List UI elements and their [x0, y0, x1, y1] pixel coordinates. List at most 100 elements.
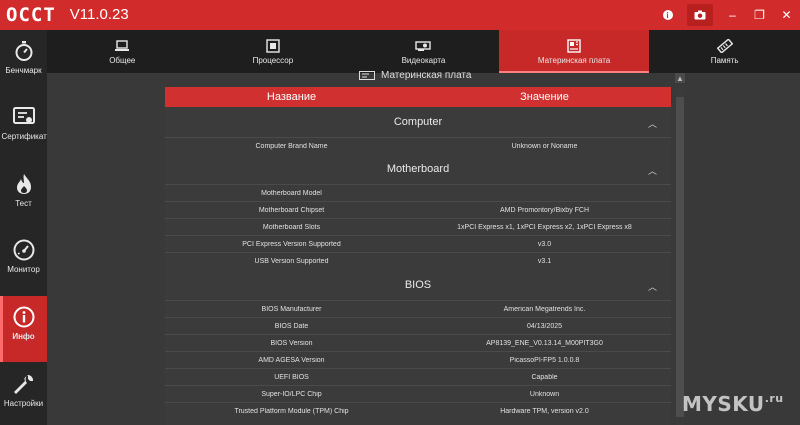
tab-gpu[interactable]: Видеокарта: [348, 30, 499, 73]
table-row: BIOS Manufacturer American Megatrends In…: [165, 300, 671, 317]
section-title: Материнская плата: [381, 69, 472, 81]
group-header-motherboard[interactable]: Motherboard ︿: [165, 156, 671, 182]
sidebar-item-label: Монитор: [7, 265, 40, 274]
tab-label: Материнская плата: [537, 55, 611, 65]
table-row: Trusted Platform Module (TPM) Chip Hardw…: [165, 402, 671, 419]
camera-icon: [694, 10, 706, 20]
table-row: BIOS Version AP8139_ENE_V0.13.14_M00PIT3…: [165, 334, 671, 351]
row-name: BIOS Manufacturer: [261, 305, 322, 313]
sidebar-item-certificate[interactable]: Сертификат: [0, 96, 47, 162]
row-value: v3.1: [537, 257, 552, 265]
info-table: Название Значение Computer ︿ Computer Br…: [165, 87, 671, 425]
sidebar-item-monitor[interactable]: Монитор: [0, 229, 47, 295]
title-bar: OCCT V11.0.23 i – ❐ ✕: [0, 0, 800, 30]
chevron-up-icon: ︿: [647, 282, 657, 292]
sidebar-item-test[interactable]: Тест: [0, 163, 47, 229]
tab-general[interactable]: Общее: [47, 30, 198, 73]
row-name: Trusted Platform Module (TPM) Chip: [234, 407, 349, 415]
table-row: PCI Express Version Supported v3.0: [165, 235, 671, 252]
minimize-button[interactable]: –: [719, 0, 746, 30]
row-value: American Megatrends Inc.: [503, 305, 586, 313]
table-header: Название Значение: [165, 87, 671, 107]
row-value: AMD Promontory/Bixby FCH: [499, 206, 590, 214]
watermark-suffix: .ru: [764, 392, 784, 405]
certificate-icon: [12, 106, 35, 128]
close-button[interactable]: ✕: [773, 0, 800, 30]
gauge-icon: [13, 239, 35, 261]
tab-motherboard[interactable]: Материнская плата: [498, 30, 650, 73]
tab-label: Процессор: [252, 55, 294, 65]
table-row: Computer Brand Name Unknown or Noname: [165, 137, 671, 154]
flame-icon: [13, 173, 35, 195]
row-name: Super-IO/LPC Chip: [261, 390, 322, 398]
memory-icon: [716, 38, 733, 53]
row-value: 04/13/2025: [526, 322, 563, 330]
row-name: BIOS Version: [270, 339, 313, 347]
motherboard-icon: [566, 38, 582, 53]
table-row: BIOS Date 04/13/2025: [165, 317, 671, 334]
row-name: AMD AGESA Version: [258, 356, 325, 364]
group-title: BIOS: [404, 279, 432, 291]
wrench-icon: [13, 373, 35, 395]
column-header-value: Значение: [520, 91, 569, 103]
sidebar-item-label: Инфо: [12, 332, 35, 341]
sidebar: Бенчмарк Сертификат Тест Монитор Инфо На…: [0, 30, 47, 425]
section-header: Материнская плата: [359, 68, 471, 82]
app-version: V11.0.23: [69, 6, 129, 23]
scroll-up-arrow[interactable]: ▲: [675, 73, 685, 83]
watermark: MYSKU.ru: [682, 392, 784, 416]
top-tabs: Общее Процессор Видеокарта Материнская п…: [47, 30, 800, 73]
row-name: Computer Brand Name: [255, 142, 328, 150]
row-name: BIOS Date: [274, 322, 309, 330]
row-value: PicassoPI-FP5 1.0.0.8: [509, 356, 580, 364]
group-title: Computer: [393, 116, 443, 128]
info-icon: i: [662, 10, 673, 20]
table-row: Motherboard Slots 1xPCI Express x1, 1xPC…: [165, 218, 671, 235]
row-name: USB Version Supported: [254, 257, 329, 265]
cpu-icon: [265, 38, 281, 53]
tab-label: Видеокарта: [401, 55, 446, 65]
group-header-computer[interactable]: Computer ︿: [165, 109, 671, 135]
sidebar-item-label: Тест: [15, 199, 32, 208]
chevron-up-icon: ︿: [647, 166, 657, 176]
row-value: AP8139_ENE_V0.13.14_M00PIT3G0: [486, 339, 603, 347]
sidebar-item-benchmark[interactable]: Бенчмарк: [0, 30, 47, 96]
table-row: USB Version Supported v3.1: [165, 252, 671, 269]
info-icon: [13, 306, 35, 328]
tab-label: Общее: [109, 55, 136, 65]
stopwatch-icon: [13, 40, 35, 62]
table-row: AMD AGESA Version PicassoPI-FP5 1.0.0.8: [165, 351, 671, 368]
sidebar-item-settings[interactable]: Настройки: [0, 363, 47, 425]
table-row: UEFI BIOS Capable: [165, 368, 671, 385]
row-name: Motherboard Slots: [262, 223, 321, 231]
table-row: Motherboard Chipset AMD Promontory/Bixby…: [165, 201, 671, 218]
restore-button[interactable]: ❐: [746, 0, 773, 30]
row-name: UEFI BIOS: [274, 373, 309, 381]
scrollbar-thumb[interactable]: [676, 97, 684, 417]
row-value: 1xPCI Express x1, 1xPCI Express x2, 1xPC…: [457, 223, 632, 231]
gpu-icon: [415, 39, 432, 53]
sidebar-item-label: Сертификат: [1, 132, 47, 141]
row-value: Capable: [531, 373, 558, 381]
tab-cpu[interactable]: Процессор: [198, 30, 349, 73]
info-button[interactable]: i: [654, 0, 681, 30]
row-value: Hardware TPM, version v2.0: [500, 407, 589, 415]
tab-memory[interactable]: Память: [649, 30, 800, 73]
sidebar-item-info[interactable]: Инфо: [0, 296, 47, 362]
sidebar-item-label: Бенчмарк: [5, 66, 42, 75]
row-value: Unknown or Noname: [511, 142, 578, 150]
group-header-bios[interactable]: BIOS ︿: [165, 272, 671, 298]
table-row: Motherboard Model: [165, 184, 671, 201]
row-name: PCI Express Version Supported: [242, 240, 341, 248]
row-name: Motherboard Chipset: [258, 206, 325, 214]
watermark-text: MYSKU: [682, 392, 765, 416]
motherboard-icon: [359, 70, 375, 80]
screenshot-button[interactable]: [687, 4, 713, 26]
group-title: Motherboard: [386, 163, 450, 175]
table-row: Super-IO/LPC Chip Unknown: [165, 385, 671, 402]
app-logo: OCCT: [6, 4, 56, 26]
window-controls: i – ❐ ✕: [654, 0, 800, 30]
tab-label: Память: [710, 55, 739, 65]
laptop-icon: [114, 39, 130, 53]
column-header-name: Название: [266, 91, 317, 103]
